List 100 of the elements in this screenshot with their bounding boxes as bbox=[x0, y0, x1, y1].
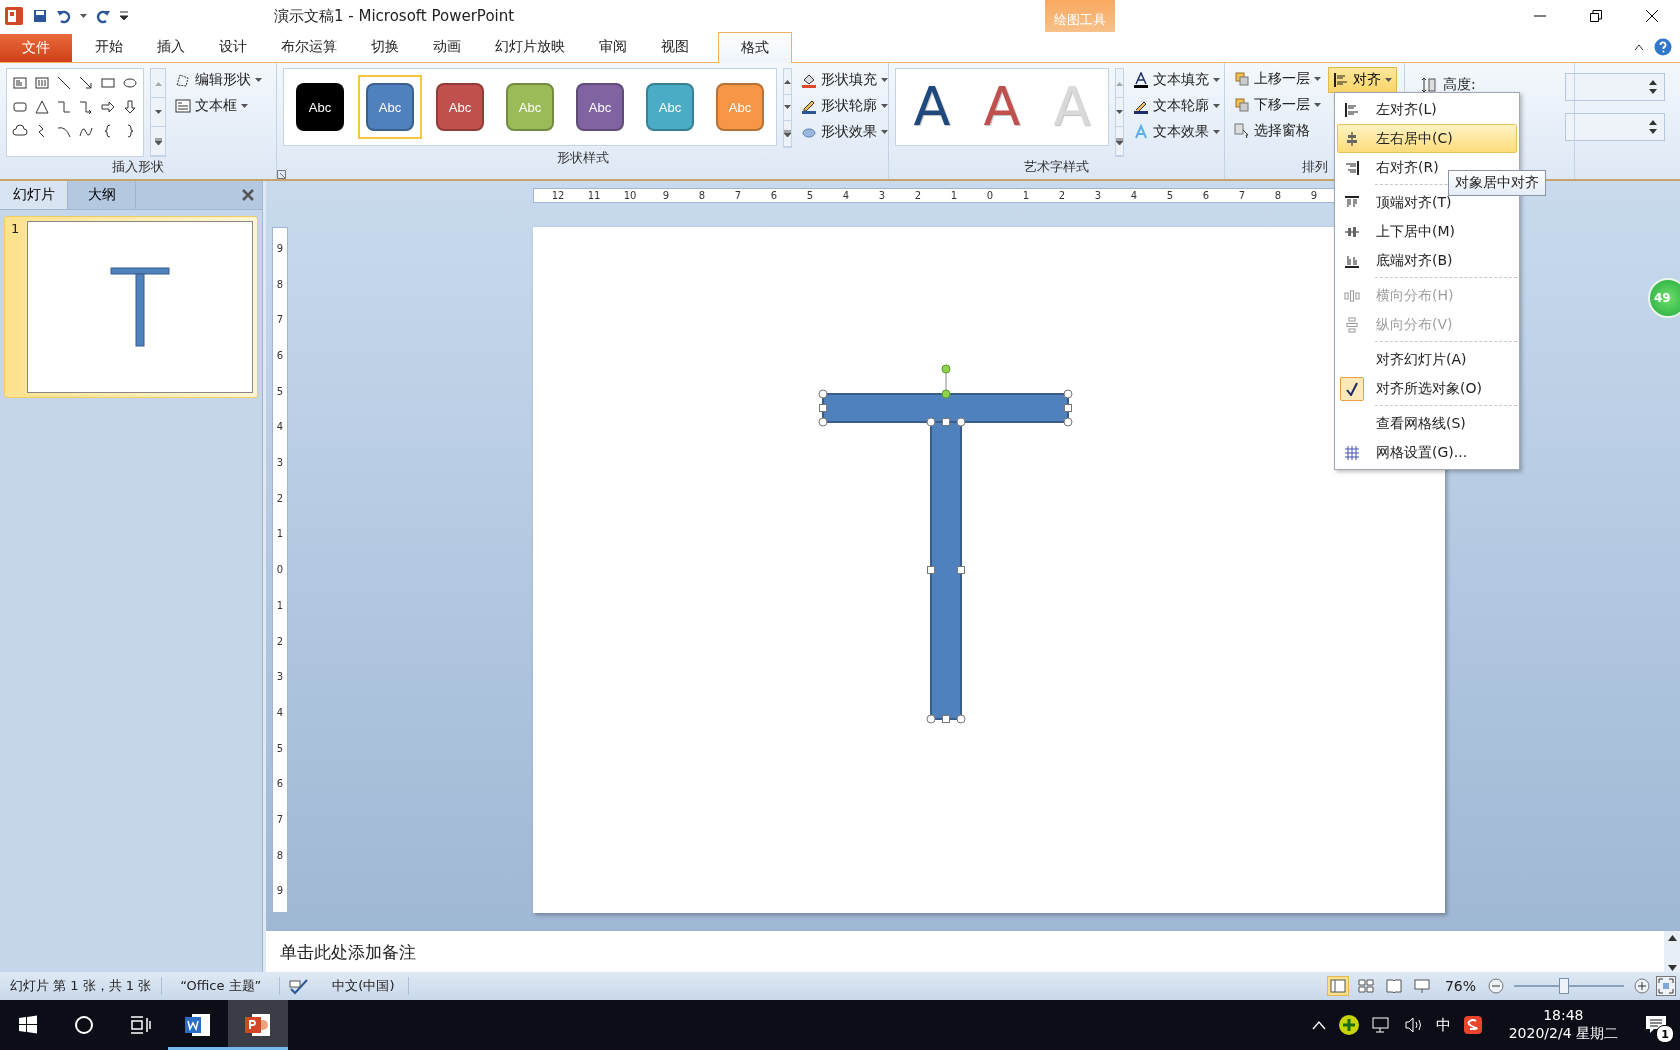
triangle-icon[interactable] bbox=[34, 99, 50, 115]
chevron-up-icon[interactable] bbox=[1311, 1020, 1326, 1030]
caret-icon bbox=[1213, 103, 1220, 109]
ruler-number: 8 bbox=[276, 848, 284, 863]
more-button[interactable] bbox=[151, 127, 165, 156]
ribbon-tab[interactable]: 格式 bbox=[718, 32, 792, 63]
customize-toolbar-icon[interactable] bbox=[119, 10, 129, 22]
ruler-number: 7 bbox=[733, 190, 743, 201]
zoom-out-button[interactable] bbox=[1488, 978, 1504, 994]
elbow-arrow-icon[interactable] bbox=[78, 99, 94, 115]
volume-icon[interactable] bbox=[1403, 1016, 1424, 1034]
ruler-number: 10 bbox=[622, 190, 638, 201]
slide-thumbnail-item[interactable]: 1 bbox=[4, 216, 258, 398]
menu-item[interactable]: 查看网格线(S) bbox=[1337, 409, 1517, 438]
clock[interactable]: 18:48 2020/2/4 星期二 bbox=[1508, 1007, 1618, 1043]
menu-item[interactable]: 上下居中(M) bbox=[1337, 217, 1517, 246]
pane-tab[interactable]: 幻灯片 bbox=[0, 181, 68, 209]
down-arrow-icon[interactable] bbox=[122, 99, 138, 115]
ribbon-tab[interactable]: 开始 bbox=[78, 32, 140, 62]
t-shape-drawing[interactable] bbox=[818, 364, 1073, 724]
network-icon[interactable] bbox=[1371, 1016, 1392, 1034]
help-icon[interactable] bbox=[1654, 38, 1672, 56]
fit-to-window-button[interactable] bbox=[1656, 976, 1676, 996]
ribbon-tab[interactable]: 审阅 bbox=[582, 32, 644, 62]
more-button[interactable] bbox=[1116, 127, 1123, 156]
ribbon-button[interactable]: 上移一层 bbox=[1231, 67, 1324, 91]
elbow-connector-icon[interactable] bbox=[56, 99, 72, 115]
save-icon[interactable] bbox=[32, 8, 48, 24]
search-circle-icon bbox=[74, 1015, 94, 1035]
caret-icon bbox=[881, 129, 888, 135]
ruler-number: 1 bbox=[1021, 190, 1031, 201]
menu-item[interactable]: 对齐幻灯片(A) bbox=[1337, 345, 1517, 374]
ribbon-tab[interactable]: 动画 bbox=[416, 32, 478, 62]
ribbon-button[interactable]: 文本填充 bbox=[1130, 68, 1223, 92]
align-button[interactable]: 对齐 bbox=[1328, 67, 1397, 93]
menu-item[interactable]: 底端对齐(B) bbox=[1337, 246, 1517, 275]
ribbon-tab[interactable]: 视图 bbox=[644, 32, 706, 62]
distribute-horizontal-icon bbox=[1344, 287, 1360, 304]
zoom-slider-thumb[interactable] bbox=[1558, 978, 1569, 994]
text-box-icon[interactable] bbox=[12, 75, 28, 91]
ruler-number: 1 bbox=[276, 598, 284, 613]
layers-icon bbox=[1234, 97, 1250, 113]
ribbon-button[interactable]: 形状轮廓 bbox=[798, 94, 891, 118]
ribbon-button[interactable]: 形状填充 bbox=[798, 68, 891, 92]
shape-height-icon bbox=[1421, 77, 1437, 93]
up-caret-icon bbox=[1116, 80, 1123, 86]
ribbon-tab[interactable]: 插入 bbox=[140, 32, 202, 62]
input-method-text[interactable]: 中 bbox=[1435, 1015, 1451, 1035]
plus-circle-icon[interactable] bbox=[1337, 1014, 1360, 1036]
cloud-icon[interactable] bbox=[12, 123, 28, 139]
shape-style-gallery[interactable]: Abc Abc Abc Abc Abc Abc Abc bbox=[283, 68, 777, 146]
ribbon-tab[interactable]: 文件 bbox=[0, 34, 72, 62]
ribbon-tab[interactable]: 布尔运算 bbox=[264, 32, 354, 62]
ribbon-button[interactable]: 下移一层 bbox=[1231, 93, 1324, 117]
input-method-logo-icon[interactable] bbox=[1462, 1015, 1483, 1035]
ribbon-button[interactable]: 编辑形状 bbox=[172, 68, 265, 92]
text-effects-icon bbox=[1133, 124, 1149, 140]
ruler-number: 1 bbox=[949, 190, 959, 201]
layers-icon bbox=[1234, 71, 1250, 87]
arrow-icon[interactable] bbox=[78, 75, 94, 91]
zoom-in-button[interactable] bbox=[1634, 978, 1650, 994]
ruler-number: 9 bbox=[276, 884, 284, 899]
ribbon-button[interactable]: 选择窗格 bbox=[1231, 119, 1324, 143]
ribbon-button[interactable]: 文本轮廓 bbox=[1130, 94, 1223, 118]
ribbon-button[interactable]: 文本效果 bbox=[1130, 120, 1223, 144]
caret-icon bbox=[1314, 76, 1321, 82]
ribbon-tab[interactable]: 设计 bbox=[202, 32, 264, 62]
ruler-number: 0 bbox=[276, 563, 284, 578]
vertical-text-box-icon[interactable] bbox=[34, 75, 50, 91]
dialog-launcher-icon[interactable] bbox=[277, 170, 286, 179]
fit-window-icon bbox=[1658, 978, 1674, 994]
right-arrow-icon[interactable] bbox=[100, 99, 116, 115]
spinner-arrows-icon bbox=[1648, 119, 1658, 135]
ruler-number: 6 bbox=[1201, 190, 1211, 201]
presentation-app-icon bbox=[244, 1011, 272, 1039]
more-button[interactable] bbox=[784, 121, 791, 147]
zoom-level-text[interactable]: 76% bbox=[1438, 978, 1482, 994]
rounded-rectangle-icon[interactable] bbox=[12, 99, 28, 115]
redo-icon[interactable] bbox=[95, 8, 111, 24]
wordart-style-gallery[interactable]: A A A bbox=[895, 68, 1109, 146]
spell-check-icon[interactable] bbox=[288, 977, 311, 995]
ribbon-tab[interactable]: 切换 bbox=[354, 32, 416, 62]
oval-icon[interactable] bbox=[122, 75, 138, 91]
ribbon-button[interactable]: 形状效果 bbox=[798, 120, 891, 144]
undo-icon[interactable] bbox=[56, 8, 72, 24]
collapse-ribbon-icon[interactable] bbox=[1634, 43, 1644, 51]
menu-item[interactable]: 左对齐(L) bbox=[1337, 95, 1517, 124]
expand-icon bbox=[1116, 137, 1123, 145]
scroll-up-button[interactable] bbox=[784, 69, 791, 95]
slideshow-icon bbox=[1413, 978, 1430, 994]
ribbon-tab[interactable]: 幻灯片放映 bbox=[478, 32, 582, 62]
menu-item[interactable]: 左右居中(C) bbox=[1337, 124, 1517, 153]
line-icon[interactable] bbox=[56, 75, 72, 91]
view-button[interactable] bbox=[1326, 976, 1349, 996]
ribbon-button[interactable]: 文本框 bbox=[172, 94, 265, 118]
menu-item[interactable]: 对齐所选对象(O) bbox=[1337, 374, 1517, 403]
style-swatch[interactable]: Abc bbox=[358, 75, 422, 139]
menu-item[interactable]: 网格设置(G)... bbox=[1337, 438, 1517, 467]
taskbar-app-button[interactable] bbox=[228, 1000, 288, 1050]
rectangle-icon[interactable] bbox=[100, 75, 116, 91]
